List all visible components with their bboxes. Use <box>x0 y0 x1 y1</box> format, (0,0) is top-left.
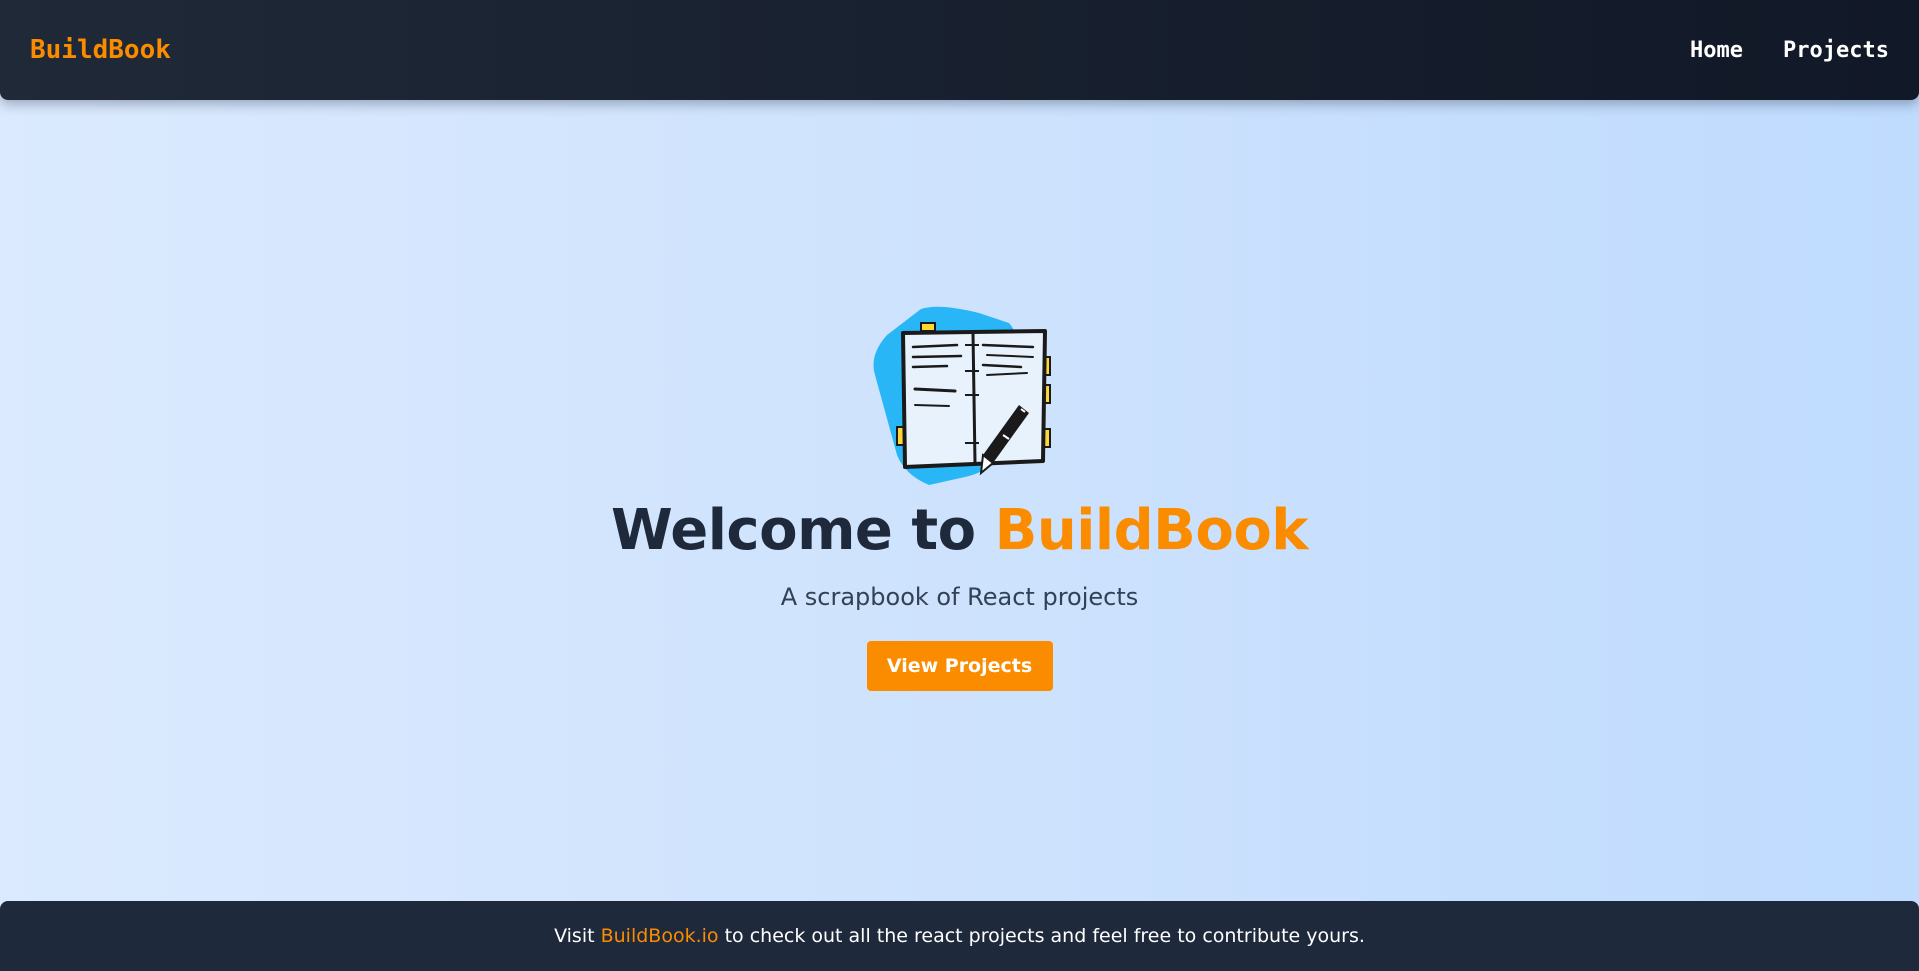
page-title: Welcome to BuildBook <box>610 498 1309 563</box>
hero-subtitle: A scrapbook of React projects <box>780 583 1139 611</box>
footer-text-before: Visit <box>554 925 601 947</box>
nav-links: Home Projects <box>1690 38 1889 63</box>
scrapbook-notebook-icon <box>873 306 1051 485</box>
footer-text-after: to check out all the react projects and … <box>718 925 1365 947</box>
hero-section: Welcome to BuildBook A scrapbook of Reac… <box>0 100 1919 900</box>
navbar: BuildBook Home Projects <box>0 0 1919 100</box>
brand-logo-link[interactable]: BuildBook <box>30 35 171 65</box>
nav-link-home[interactable]: Home <box>1690 38 1743 63</box>
view-projects-button[interactable]: View Projects <box>866 641 1053 691</box>
nav-link-projects[interactable]: Projects <box>1783 38 1889 63</box>
title-accent: BuildBook <box>994 498 1309 563</box>
footer-buildbook-link[interactable]: BuildBook.io <box>601 925 719 947</box>
footer: Visit BuildBook.io to check out all the … <box>0 901 1919 971</box>
title-prefix: Welcome to <box>610 498 995 563</box>
